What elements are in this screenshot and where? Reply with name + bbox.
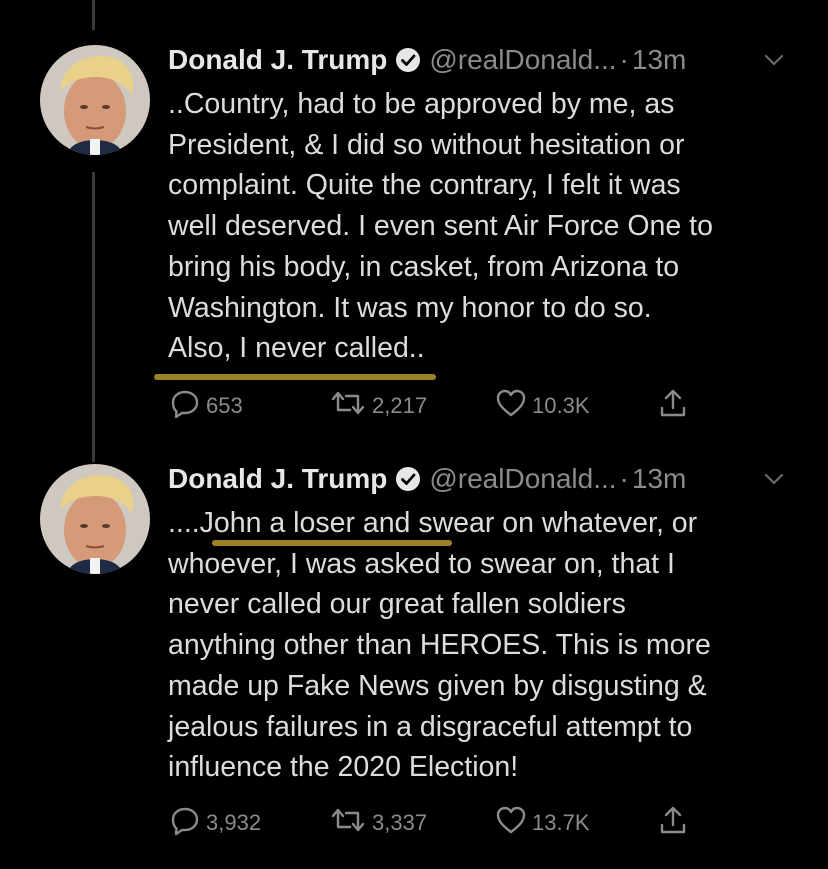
- tweet-actions: 653 2,217 10.3K: [168, 386, 728, 426]
- retweet-icon: [328, 803, 372, 843]
- separator-dot: ·: [619, 463, 629, 494]
- share-button[interactable]: [656, 386, 694, 426]
- author-name[interactable]: Donald J. Trump: [168, 463, 387, 495]
- heart-icon: [494, 803, 532, 843]
- retweet-icon: [328, 386, 372, 426]
- reply-icon: [168, 803, 206, 843]
- reply-count: 3,932: [206, 810, 262, 835]
- text-highlight-underline: [212, 540, 452, 546]
- tweet-actions: 3,932 3,337 13.7K: [168, 803, 728, 843]
- share-button[interactable]: [656, 803, 694, 843]
- like-button[interactable]: 13.7K: [494, 803, 590, 843]
- author-handle[interactable]: @realDonald...: [429, 463, 616, 495]
- tweet[interactable]: Donald J. Trump @realDonald... · 13m ...…: [0, 440, 828, 869]
- share-icon: [656, 386, 694, 426]
- author-name[interactable]: Donald J. Trump: [168, 44, 387, 76]
- chevron-down-icon[interactable]: [760, 46, 788, 74]
- reply-button[interactable]: 3,932: [168, 803, 261, 843]
- reply-icon: [168, 386, 206, 426]
- heart-icon: [494, 386, 532, 426]
- avatar[interactable]: [40, 464, 150, 574]
- tweet-header: Donald J. Trump @realDonald... · 13m: [168, 40, 686, 80]
- tweet-header: Donald J. Trump @realDonald... · 13m: [168, 459, 686, 499]
- like-count: 13.7K: [532, 810, 590, 835]
- reply-count: 653: [206, 393, 243, 418]
- retweet-button[interactable]: 3,337: [328, 803, 427, 843]
- share-icon: [656, 803, 694, 843]
- text-highlight-underline: [154, 374, 436, 380]
- timestamp[interactable]: 13m: [632, 463, 686, 495]
- retweet-count: 2,217: [372, 393, 428, 418]
- separator-dot: ·: [619, 44, 629, 75]
- timestamp[interactable]: 13m: [632, 44, 686, 76]
- like-count: 10.3K: [532, 393, 590, 418]
- retweet-button[interactable]: 2,217: [328, 386, 427, 426]
- tweet[interactable]: Donald J. Trump @realDonald... · 13m ..C…: [0, 0, 828, 440]
- author-handle[interactable]: @realDonald...: [429, 44, 616, 76]
- verified-badge-icon: [395, 47, 421, 73]
- verified-badge-icon: [395, 466, 421, 492]
- retweet-count: 3,337: [372, 810, 428, 835]
- chevron-down-icon[interactable]: [760, 465, 788, 493]
- avatar[interactable]: [40, 45, 150, 155]
- like-button[interactable]: 10.3K: [494, 386, 590, 426]
- tweet-text: ..Country, had to be approved by me, as …: [168, 88, 713, 365]
- reply-button[interactable]: 653: [168, 386, 243, 426]
